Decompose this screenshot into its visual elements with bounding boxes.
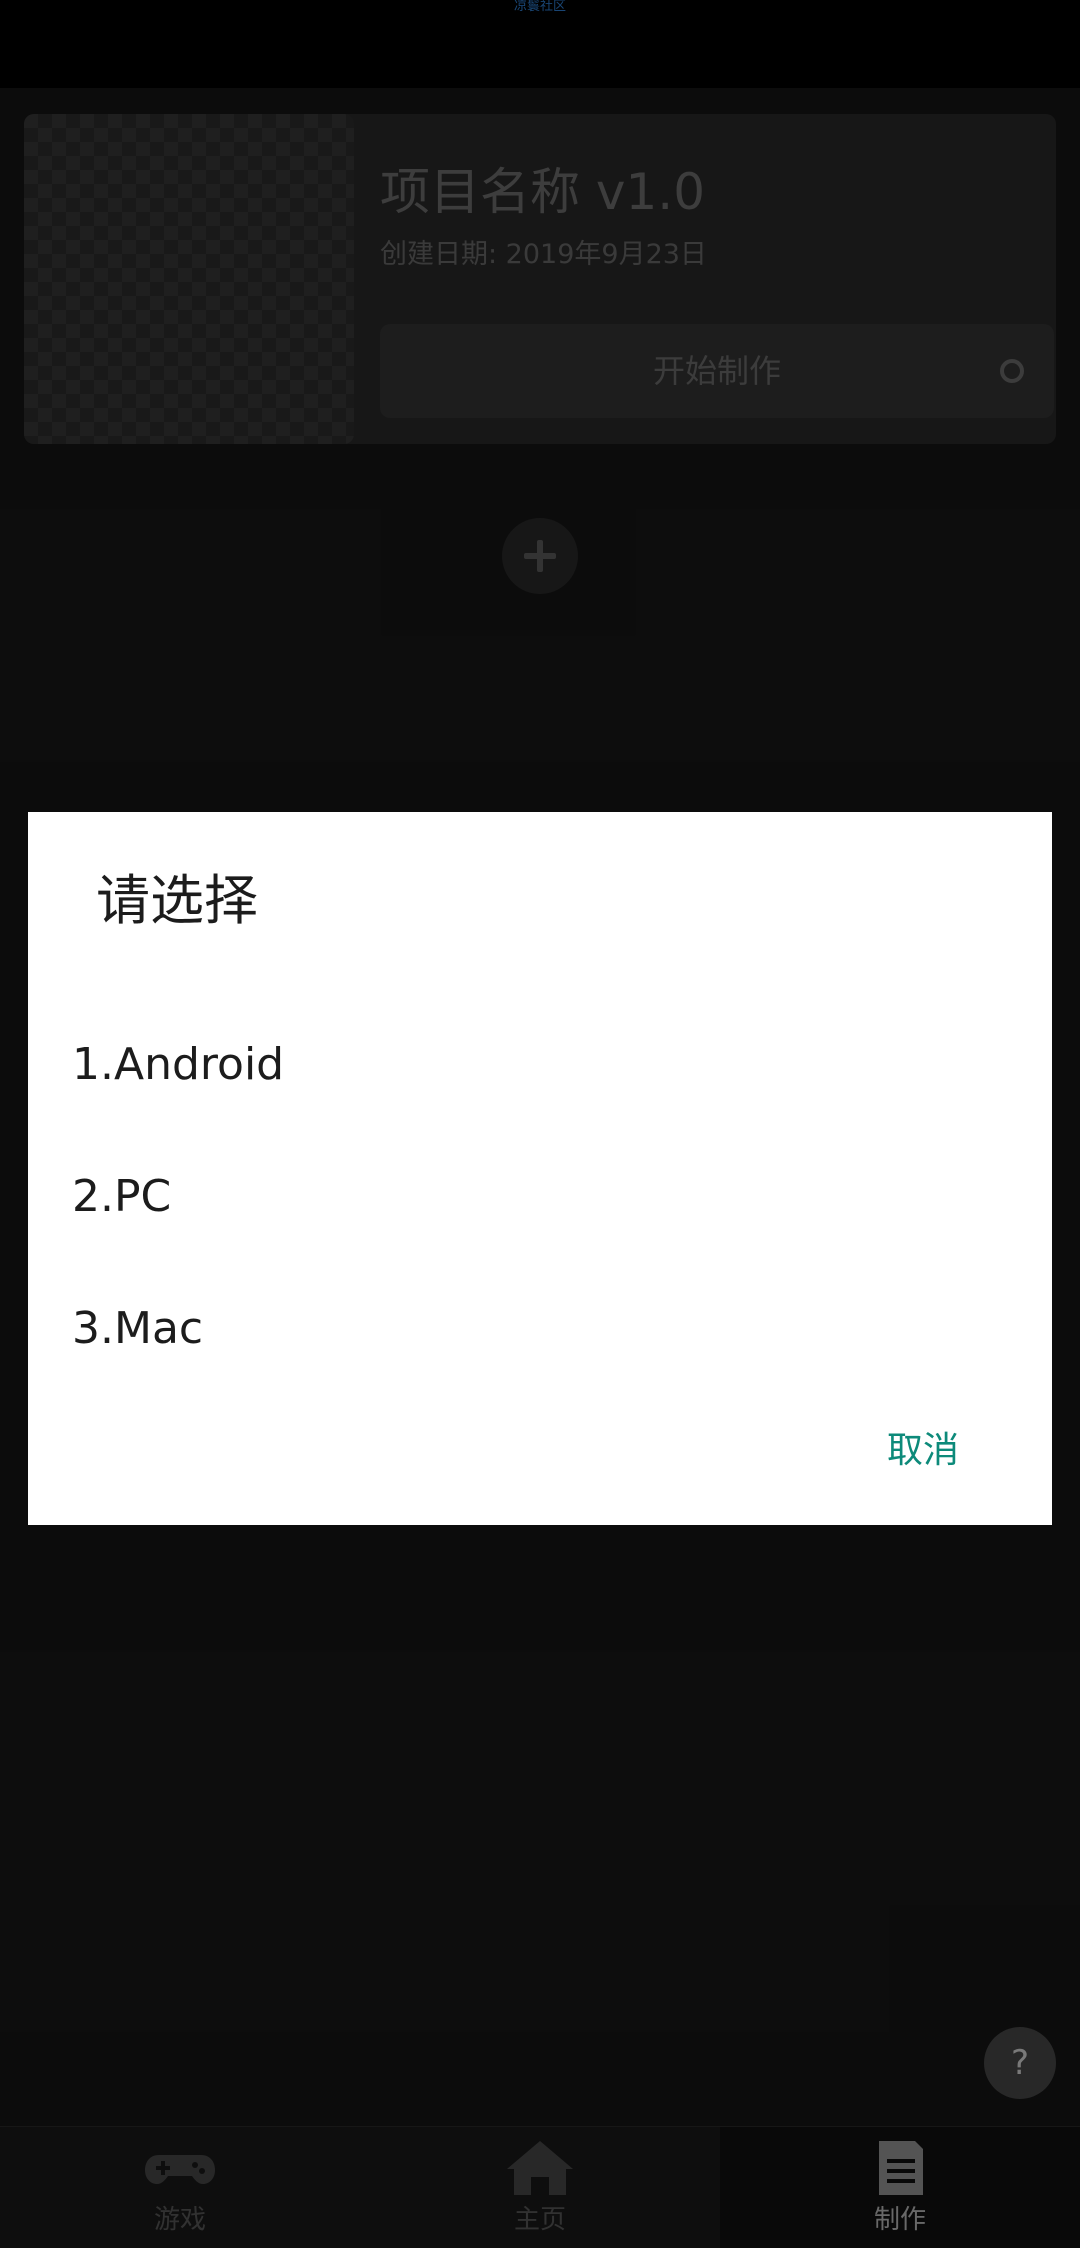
option-mac[interactable]: 3.Mac <box>72 1289 1012 1369</box>
select-dialog: 请选择 1.Android 2.PC 3.Mac 取消 <box>28 812 1052 1525</box>
dialog-title: 请选择 <box>96 869 258 932</box>
option-pc[interactable]: 2.PC <box>72 1157 1012 1237</box>
cancel-button[interactable]: 取消 <box>858 1416 988 1486</box>
option-android[interactable]: 1.Android <box>72 1025 1012 1105</box>
